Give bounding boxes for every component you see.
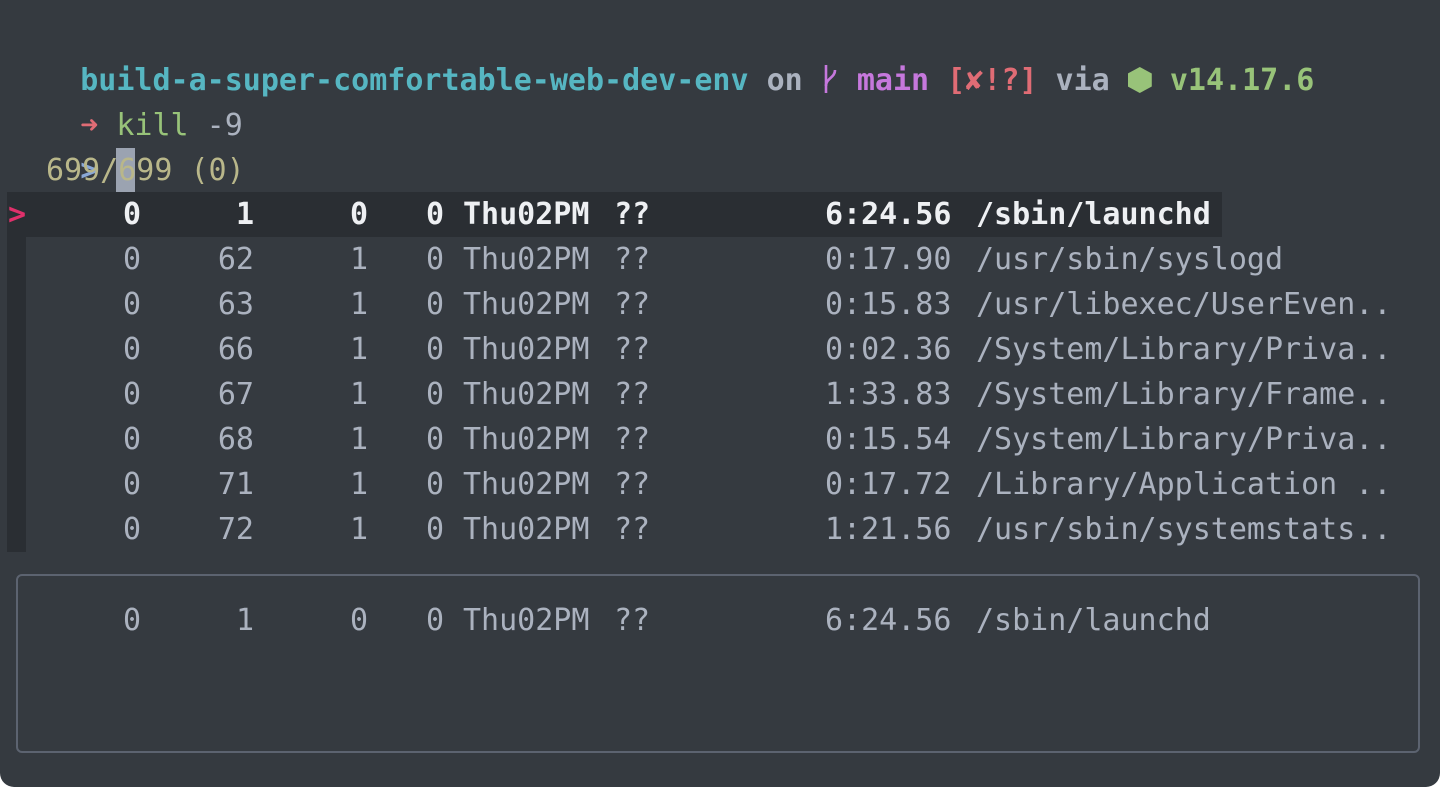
cpu-cell: 0 (425, 603, 444, 638)
pid-cell: 68 (217, 422, 254, 457)
command-cell: /usr/sbin/systemstats.. (976, 512, 1392, 547)
pid-cell: 72 (217, 512, 254, 547)
cpu-time-cell: 6:24.56 (825, 197, 952, 232)
uid-cell: 0 (122, 287, 141, 322)
cpu-time-cell: 1:21.56 (825, 512, 952, 547)
ppid-cell: 1 (349, 332, 368, 367)
git-branch-icon (821, 63, 839, 98)
cpu-time-cell: 6:24.56 (825, 603, 952, 638)
command-line: ➜ kill -9 (8, 58, 243, 143)
tty-cell: ?? (614, 512, 651, 547)
command-cell: /sbin/launchd (976, 603, 1211, 638)
node-version: v14.17.6 (1169, 63, 1315, 98)
nodejs-hexagon-icon (1127, 67, 1152, 93)
cpu-cell: 0 (425, 467, 444, 502)
start-time-cell: Thu02PM (463, 197, 590, 232)
process-row[interactable]: 0 62 1 0 Thu02PM?? 0:17.90/usr/sbin/syslogd (0, 237, 1440, 282)
process-row[interactable]: 0 66 1 0 Thu02PM?? 0:02.36/System/Library/Pri… (0, 327, 1440, 372)
tty-cell: ?? (614, 197, 651, 232)
cpu-cell: 0 (425, 287, 444, 322)
start-time-cell: Thu02PM (463, 422, 590, 457)
git-branch-name: main (856, 63, 930, 98)
start-time-cell: Thu02PM (463, 242, 590, 277)
ppid-cell: 0 (349, 197, 368, 232)
process-row[interactable]: 0 71 1 0 Thu02PM?? 0:17.72/Library/Applicatio… (0, 462, 1440, 507)
uid-cell: 0 (122, 197, 141, 232)
cpu-time-cell: 0:15.83 (825, 287, 952, 322)
ppid-cell: 1 (349, 467, 368, 502)
uid-cell: 0 (122, 377, 141, 412)
pid-cell: 1 (235, 197, 254, 232)
tty-cell: ?? (614, 422, 651, 457)
pid-cell: 66 (217, 332, 254, 367)
pid-cell: 71 (217, 467, 254, 502)
process-row[interactable]: 0 72 1 0 Thu02PM?? 1:21.56/usr/sbin/systemsta… (0, 507, 1440, 552)
uid-cell: 0 (122, 467, 141, 502)
uid-cell: 0 (122, 603, 141, 638)
cpu-time-cell: 0:17.72 (825, 467, 952, 502)
start-time-cell: Thu02PM (463, 287, 590, 322)
uid-cell: 0 (122, 332, 141, 367)
cpu-cell: 0 (425, 242, 444, 277)
prompt-via-text: via (1055, 63, 1110, 98)
uid-cell: 0 (122, 422, 141, 457)
command-args: -9 (188, 108, 243, 143)
cpu-cell: 0 (425, 377, 444, 412)
tty-cell: ?? (614, 287, 651, 322)
cpu-cell: 0 (425, 512, 444, 547)
process-row[interactable]: 0 67 1 0 Thu02PM?? 1:33.83/System/Library/Fra… (0, 372, 1440, 417)
fzf-query-line[interactable]: > (8, 103, 136, 192)
pid-cell: 67 (217, 377, 254, 412)
ppid-cell: 1 (349, 377, 368, 412)
cpu-cell: 0 (425, 197, 444, 232)
command-cell: /System/Library/Priva.. (976, 332, 1392, 367)
uid-cell: 0 (122, 512, 141, 547)
pid-cell: 1 (235, 603, 254, 638)
ppid-cell: 1 (349, 512, 368, 547)
command-cell: /sbin/launchd (976, 197, 1211, 232)
pid-cell: 63 (217, 287, 254, 322)
tty-cell: ?? (614, 467, 651, 502)
uid-cell: 0 (122, 242, 141, 277)
tty-cell: ?? (614, 242, 651, 277)
cpu-time-cell: 0:17.90 (825, 242, 952, 277)
start-time-cell: Thu02PM (463, 512, 590, 547)
pid-cell: 62 (217, 242, 254, 277)
command-cell: /usr/sbin/syslogd (976, 242, 1284, 277)
prompt-on-text: on (766, 63, 803, 98)
ppid-cell: 0 (349, 603, 368, 638)
preview-process-row: 0 1 0 0 Thu02PM?? 6:24.56/sbin/launchd (0, 598, 1440, 643)
start-time-cell: Thu02PM (463, 467, 590, 502)
ppid-cell: 1 (349, 242, 368, 277)
cpu-cell: 0 (425, 422, 444, 457)
start-time-cell: Thu02PM (463, 377, 590, 412)
command-cell: /System/Library/Frame.. (976, 377, 1392, 412)
git-status-badge: [✘!?] (947, 63, 1038, 98)
tty-cell: ?? (614, 332, 651, 367)
tty-cell: ?? (614, 377, 651, 412)
process-row[interactable]: 0 63 1 0 Thu02PM?? 0:15.83/usr/libexec/UserEv… (0, 282, 1440, 327)
shell-prompt-line: build-a-super-comfortable-web-dev-env on… (8, 13, 1314, 98)
start-time-cell: Thu02PM (463, 332, 590, 367)
terminal-window[interactable]: build-a-super-comfortable-web-dev-env on… (0, 0, 1440, 787)
process-row-selected[interactable]: 0 1 0 0 Thu02PM?? 6:24.56/sbin/launchd (0, 192, 1440, 237)
command-cell: /usr/libexec/UserEven.. (976, 287, 1392, 322)
command-cell: /Library/Application .. (976, 467, 1392, 502)
fzf-match-count: 699/699 (0) (46, 153, 245, 188)
cpu-time-cell: 0:02.36 (825, 332, 952, 367)
cpu-cell: 0 (425, 332, 444, 367)
cpu-time-cell: 1:33.83 (825, 377, 952, 412)
cpu-time-cell: 0:15.54 (825, 422, 952, 457)
ppid-cell: 1 (349, 287, 368, 322)
start-time-cell: Thu02PM (463, 603, 590, 638)
tty-cell: ?? (614, 603, 651, 638)
command-cell: /System/Library/Priva.. (976, 422, 1392, 457)
process-row[interactable]: 0 68 1 0 Thu02PM?? 0:15.54/System/Library/Pri… (0, 417, 1440, 462)
ppid-cell: 1 (349, 422, 368, 457)
